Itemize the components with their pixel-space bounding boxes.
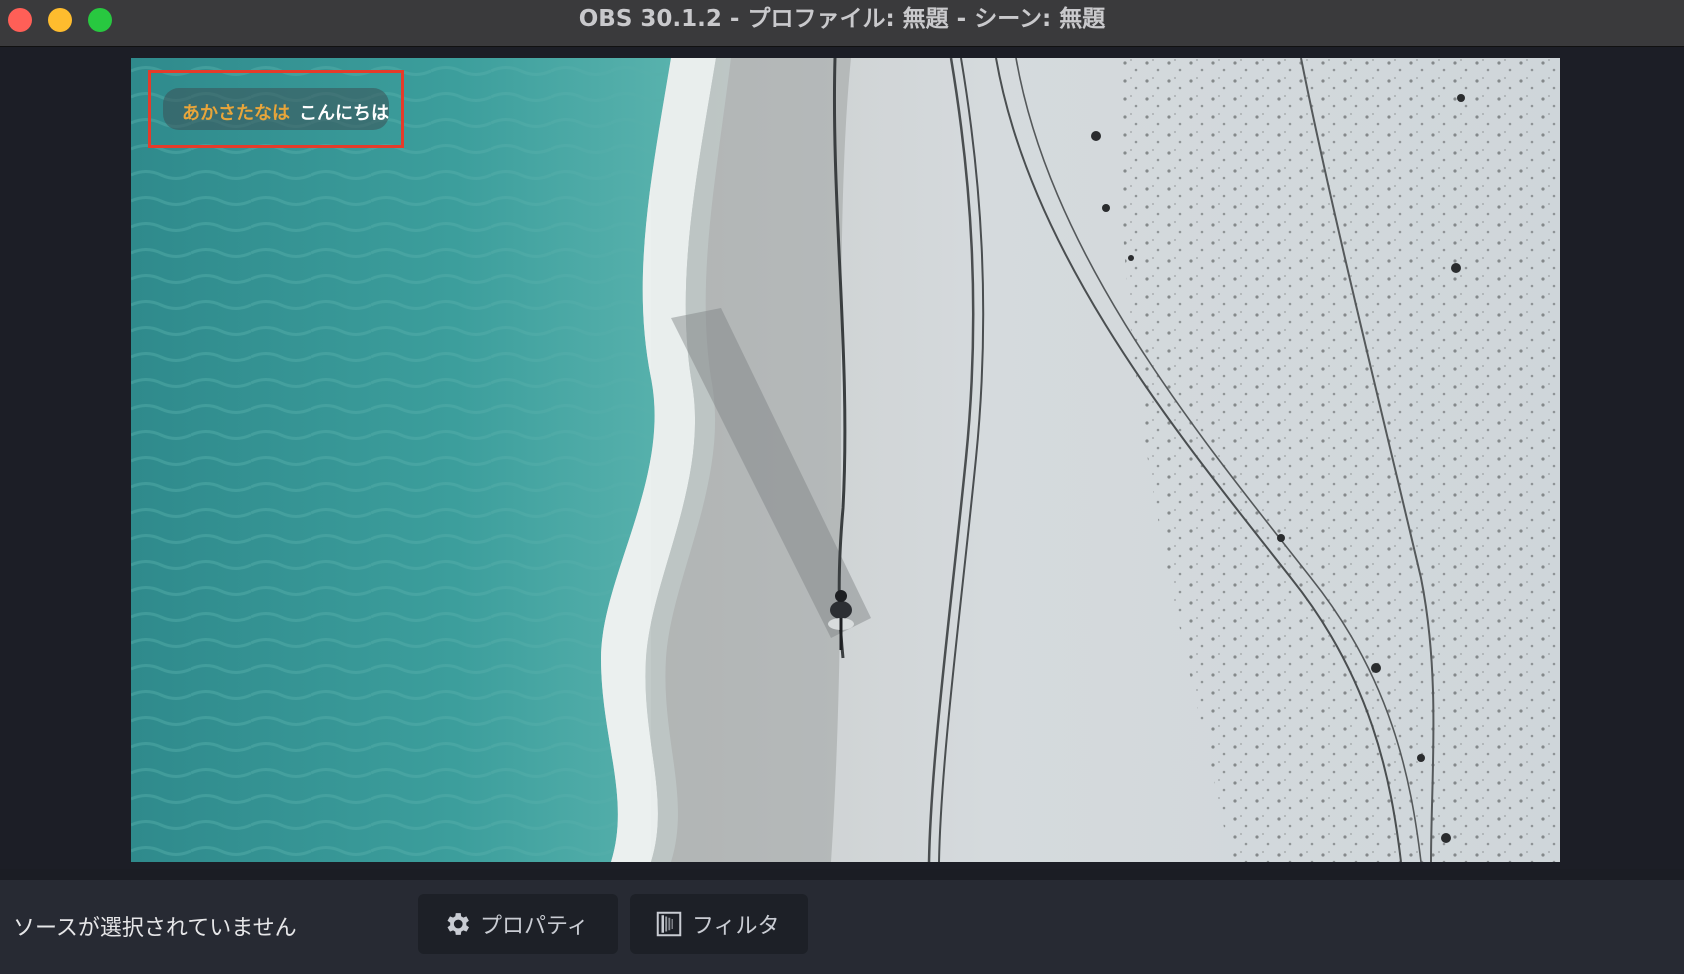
filters-button[interactable]: フィルタ bbox=[630, 894, 808, 954]
properties-button[interactable]: プロパティ bbox=[418, 894, 618, 954]
text-source-label-b: こんにちは bbox=[299, 103, 389, 124]
gear-icon bbox=[442, 909, 472, 939]
beach-scene-image bbox=[131, 58, 1560, 862]
no-source-selected-label: ソースが選択されていません bbox=[13, 916, 297, 941]
preview-area[interactable]: あかさたなは こんにちは bbox=[0, 47, 1684, 869]
properties-label: プロパティ bbox=[480, 914, 589, 939]
title-bar: OBS 30.1.2 - プロファイル: 無題 - シーン: 無題 bbox=[0, 0, 1684, 47]
filters-label: フィルタ bbox=[692, 914, 780, 939]
filter-icon bbox=[654, 909, 684, 939]
window-title: OBS 30.1.2 - プロファイル: 無題 - シーン: 無題 bbox=[578, 6, 1106, 32]
text-source-selection-box[interactable]: あかさたなは こんにちは bbox=[148, 70, 404, 148]
preview-canvas[interactable]: あかさたなは こんにちは bbox=[131, 58, 1560, 862]
text-source-label-a: あかさたなは bbox=[182, 103, 290, 124]
source-toolbar: ソースが選択されていません プロパティ フィルタ bbox=[0, 880, 1684, 974]
text-source-background: あかさたなは こんにちは bbox=[163, 88, 389, 130]
